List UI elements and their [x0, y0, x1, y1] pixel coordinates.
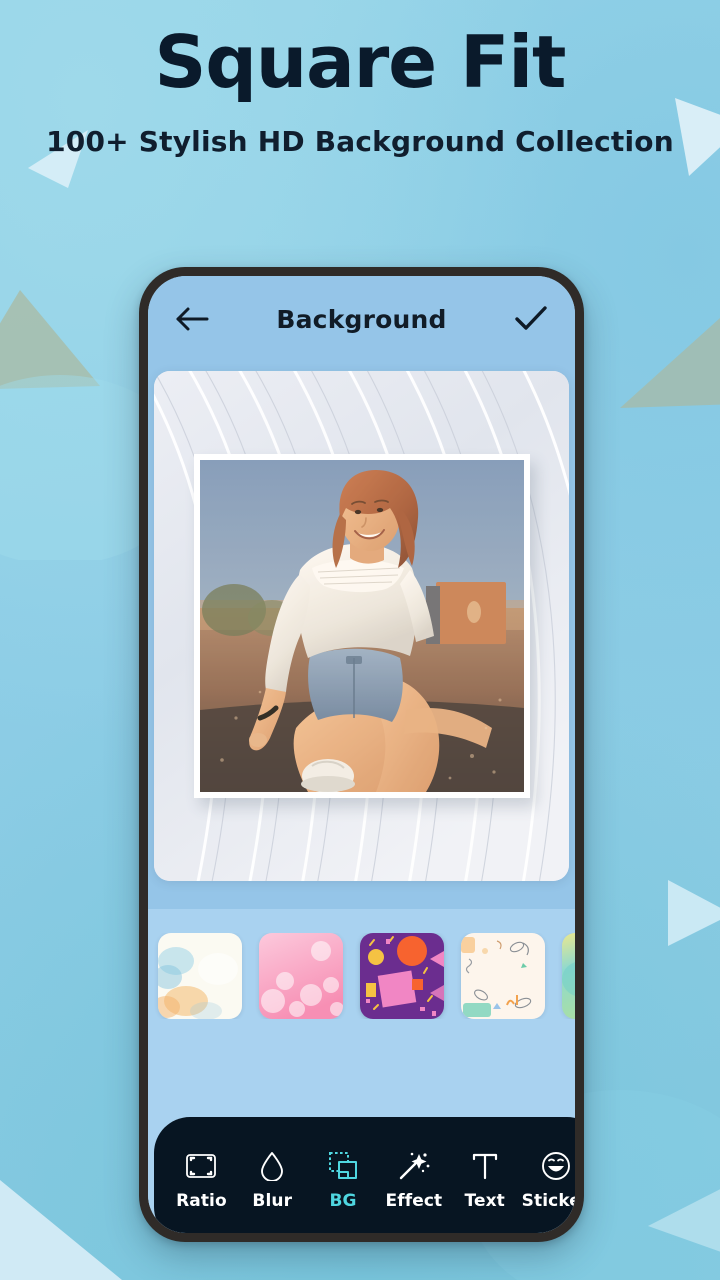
background-picker-strip[interactable]: Ratio Blur BG Effect Text Stick: [148, 909, 575, 1233]
confirm-button[interactable]: [509, 297, 553, 341]
tool-effect-label: Effect: [385, 1190, 443, 1211]
tool-ratio[interactable]: Ratio: [166, 1144, 237, 1211]
tool-blur[interactable]: Blur: [237, 1144, 308, 1211]
text-t-icon: [468, 1150, 502, 1182]
back-button[interactable]: [170, 297, 214, 341]
background-thumb-pink-bokeh[interactable]: [259, 933, 343, 1019]
background-thumb-cream-doodle[interactable]: [461, 933, 545, 1019]
tool-text-label: Text: [464, 1190, 505, 1211]
triangle-decor-sage-right: [620, 318, 720, 408]
tool-text[interactable]: Text: [449, 1144, 520, 1211]
crop-frame-icon: [184, 1150, 218, 1182]
purple-memphis-art: [360, 933, 444, 1019]
edit-canvas[interactable]: [154, 371, 569, 881]
arrow-left-icon: [176, 307, 209, 331]
tool-bg[interactable]: BG: [308, 1144, 379, 1211]
cream-doodle-art: [461, 933, 545, 1019]
teal-watercolor-art: [562, 933, 575, 1019]
background-thumb-teal-watercolor[interactable]: [562, 933, 575, 1019]
watercolor-cream-art: [158, 933, 242, 1019]
triangle-decor-bottom-left: [0, 1180, 122, 1280]
pink-bokeh-art: [259, 933, 343, 1019]
phone-screen: Background Ratio Blur BG Effect Text Sti…: [148, 276, 575, 1233]
background-thumbnails[interactable]: [148, 933, 575, 1019]
editor-toolbar[interactable]: Ratio Blur BG Effect Text Stick: [154, 1117, 575, 1233]
phone-mockup: Background Ratio Blur BG Effect Text Sti…: [139, 267, 584, 1242]
user-photo[interactable]: [199, 460, 524, 792]
tool-sticker[interactable]: Sticker: [520, 1144, 575, 1211]
app-bar: Background: [148, 276, 575, 362]
tool-ratio-label: Ratio: [176, 1190, 227, 1211]
page-title: Square Fit: [154, 20, 567, 104]
tool-blur-label: Blur: [252, 1190, 293, 1211]
tool-bg-label: BG: [329, 1190, 357, 1211]
layers-icon: [326, 1150, 360, 1182]
tool-sticker-label: Sticker: [521, 1190, 575, 1211]
magic-wand-icon: [397, 1150, 431, 1182]
smiley-icon: [539, 1150, 573, 1182]
tool-effect[interactable]: Effect: [378, 1144, 449, 1211]
check-icon: [515, 306, 547, 330]
background-thumb-watercolor-cream[interactable]: [158, 933, 242, 1019]
poster-background: Square Fit 100+ Stylish HD Background Co…: [0, 0, 720, 1280]
page-subtitle: 100+ Stylish HD Background Collection: [46, 125, 674, 159]
water-drop-icon: [255, 1150, 289, 1182]
hero-text-block: Square Fit 100+ Stylish HD Background Co…: [0, 20, 720, 159]
background-thumb-purple-memphis[interactable]: [360, 933, 444, 1019]
photo-artwork: [199, 460, 524, 792]
photo-frame[interactable]: [193, 454, 530, 798]
editor-stage: [148, 362, 575, 909]
triangle-decor-mid-right: [668, 880, 720, 946]
